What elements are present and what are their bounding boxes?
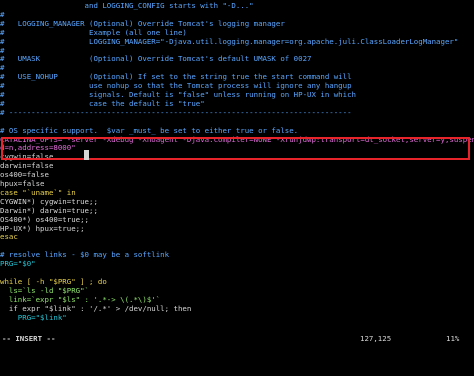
scroll-percent: 11%	[446, 334, 460, 343]
editor-mode: -- INSERT --	[2, 334, 56, 343]
terminal-editor[interactable]: and LOGGING_CONFIG starts with "-D..." # #…	[0, 0, 474, 347]
editor-line[interactable]: esac	[0, 232, 18, 243]
highlight-annotation-box	[1, 137, 470, 160]
editor-line[interactable]: # UMASK (Optional) Override Tomcat's def…	[0, 54, 311, 65]
editor-line[interactable]: # --------------------------------------…	[0, 108, 352, 119]
text-cursor	[84, 150, 89, 160]
editor-line[interactable]: and LOGGING_CONFIG starts with "-D..."	[0, 1, 254, 12]
vim-status-bar: -- INSERT -- 127,125 11%	[0, 333, 474, 347]
cursor-position: 127,125	[360, 334, 392, 343]
editor-line[interactable]: # LOGGING_MANAGER="-Djava.util.logging.m…	[0, 37, 458, 48]
editor-line[interactable]: PRG="$0"	[0, 259, 36, 270]
editor-line[interactable]: PRG="$link"	[0, 313, 67, 324]
